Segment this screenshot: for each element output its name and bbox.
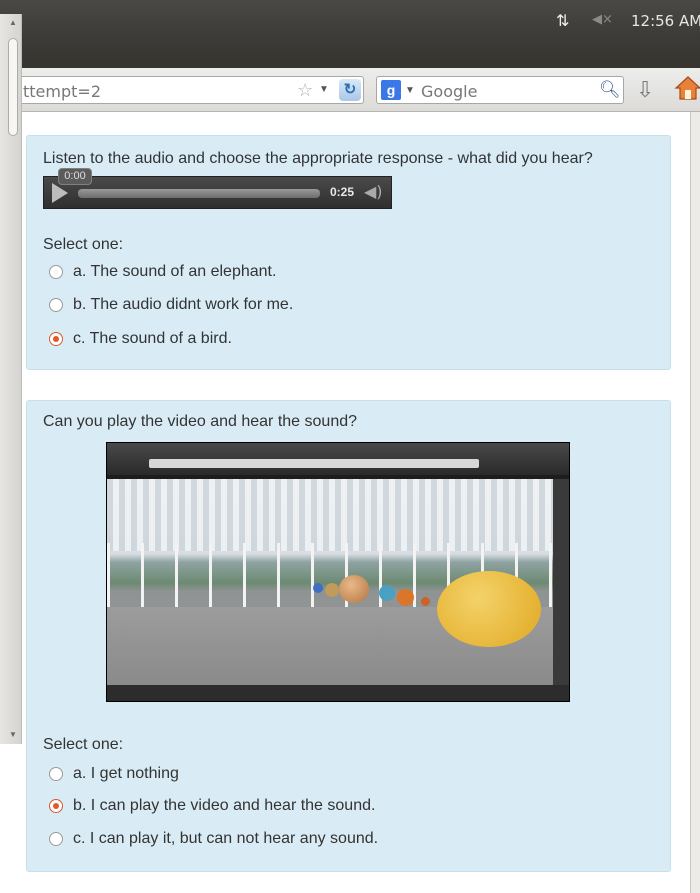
option-2b[interactable]: b. I can play the video and hear the sou… [49, 795, 375, 817]
select-one-label: Select one: [43, 236, 124, 253]
small-planet [325, 583, 339, 597]
url-text[interactable]: ttempt=2 [23, 82, 101, 101]
history-dropdown-icon[interactable]: ▼ [319, 84, 329, 95]
volume-muted-icon[interactable]: ◀× [592, 12, 613, 27]
audio-player[interactable]: 0:00 0:25 ◀) [43, 168, 392, 209]
small-blue-planet [313, 583, 323, 593]
play-icon[interactable] [52, 183, 68, 203]
radio-button[interactable] [49, 265, 63, 279]
quiz-page: Listen to the audio and choose the appro… [22, 112, 690, 893]
video-address-bar [149, 459, 479, 468]
radio-button[interactable] [49, 832, 63, 846]
audio-current-time: 0:00 [58, 168, 92, 185]
url-bar[interactable]: ttempt=2 ☆ ▼ ↻ [12, 76, 364, 104]
engine-dropdown-icon[interactable]: ▼ [405, 85, 415, 96]
question-2: Can you play the video and hear the soun… [26, 400, 671, 872]
select-one-label: Select one: [43, 736, 124, 753]
blue-planet [379, 585, 395, 601]
system-top-bar: ⇅ ◀× 12:56 AM [0, 0, 700, 40]
reload-icon[interactable]: ↻ [339, 79, 361, 101]
option-1b[interactable]: b. The audio didnt work for me. [49, 294, 293, 316]
browser-toolbar: ttempt=2 ☆ ▼ ↻ g ▼ Google 🔍︎ ⇩ [0, 68, 700, 112]
right-scrollbar[interactable] [690, 112, 700, 893]
google-engine-icon[interactable]: g [381, 80, 401, 100]
option-label[interactable]: a. I get nothing [73, 765, 179, 783]
option-label[interactable]: c. I can play it, but can not hear any s… [73, 830, 378, 848]
glass-ceiling [107, 479, 555, 551]
search-engine-placeholder[interactable]: Google [421, 82, 477, 101]
radio-button[interactable] [49, 767, 63, 781]
video-player[interactable] [106, 442, 570, 702]
search-icon[interactable]: 🔍︎ [599, 80, 621, 100]
option-label[interactable]: b. I can play the video and hear the sou… [73, 797, 375, 815]
browser-title-strip [0, 40, 700, 68]
jupiter-planet [339, 575, 369, 603]
question-1: Listen to the audio and choose the appro… [26, 135, 671, 370]
option-label[interactable]: c. The sound of a bird. [73, 330, 232, 348]
option-label[interactable]: b. The audio didnt work for me. [73, 296, 293, 314]
large-yellow-planet [437, 571, 541, 647]
question-2-text: Can you play the video and hear the soun… [43, 413, 358, 430]
tiny-planet [421, 597, 430, 606]
search-bar[interactable]: g ▼ Google 🔍︎ [376, 76, 624, 104]
video-bottom-bar [107, 685, 569, 701]
home-icon[interactable] [674, 74, 700, 102]
radio-button[interactable] [49, 298, 63, 312]
audio-duration: 0:25 [330, 185, 355, 199]
question-1-text: Listen to the audio and choose the appro… [43, 150, 593, 167]
option-2a[interactable]: a. I get nothing [49, 763, 179, 785]
system-clock[interactable]: 12:56 AM [631, 12, 700, 30]
scroll-up-icon[interactable]: ▲ [9, 18, 17, 27]
video-side-toolbar [553, 479, 569, 687]
orange-planet [397, 589, 414, 606]
bookmark-star-icon[interactable]: ☆ [297, 80, 313, 101]
option-1c[interactable]: c. The sound of a bird. [49, 328, 232, 350]
scrollbar-thumb[interactable] [8, 38, 18, 136]
radio-button-selected[interactable] [49, 799, 63, 813]
option-2c[interactable]: c. I can play it, but can not hear any s… [49, 828, 378, 850]
scroll-down-icon[interactable]: ▼ [9, 730, 17, 739]
audio-seek-bar[interactable] [78, 189, 320, 198]
volume-icon[interactable]: ◀) [364, 182, 383, 201]
option-label[interactable]: a. The sound of an elephant. [73, 263, 276, 281]
radio-button-selected[interactable] [49, 332, 63, 346]
option-1a[interactable]: a. The sound of an elephant. [49, 261, 276, 283]
download-icon[interactable]: ⇩ [636, 78, 654, 103]
virtual-world-scene [107, 479, 555, 687]
network-icon[interactable]: ⇅ [556, 11, 570, 30]
left-scrollbar[interactable]: ▲ ▼ [0, 14, 22, 744]
